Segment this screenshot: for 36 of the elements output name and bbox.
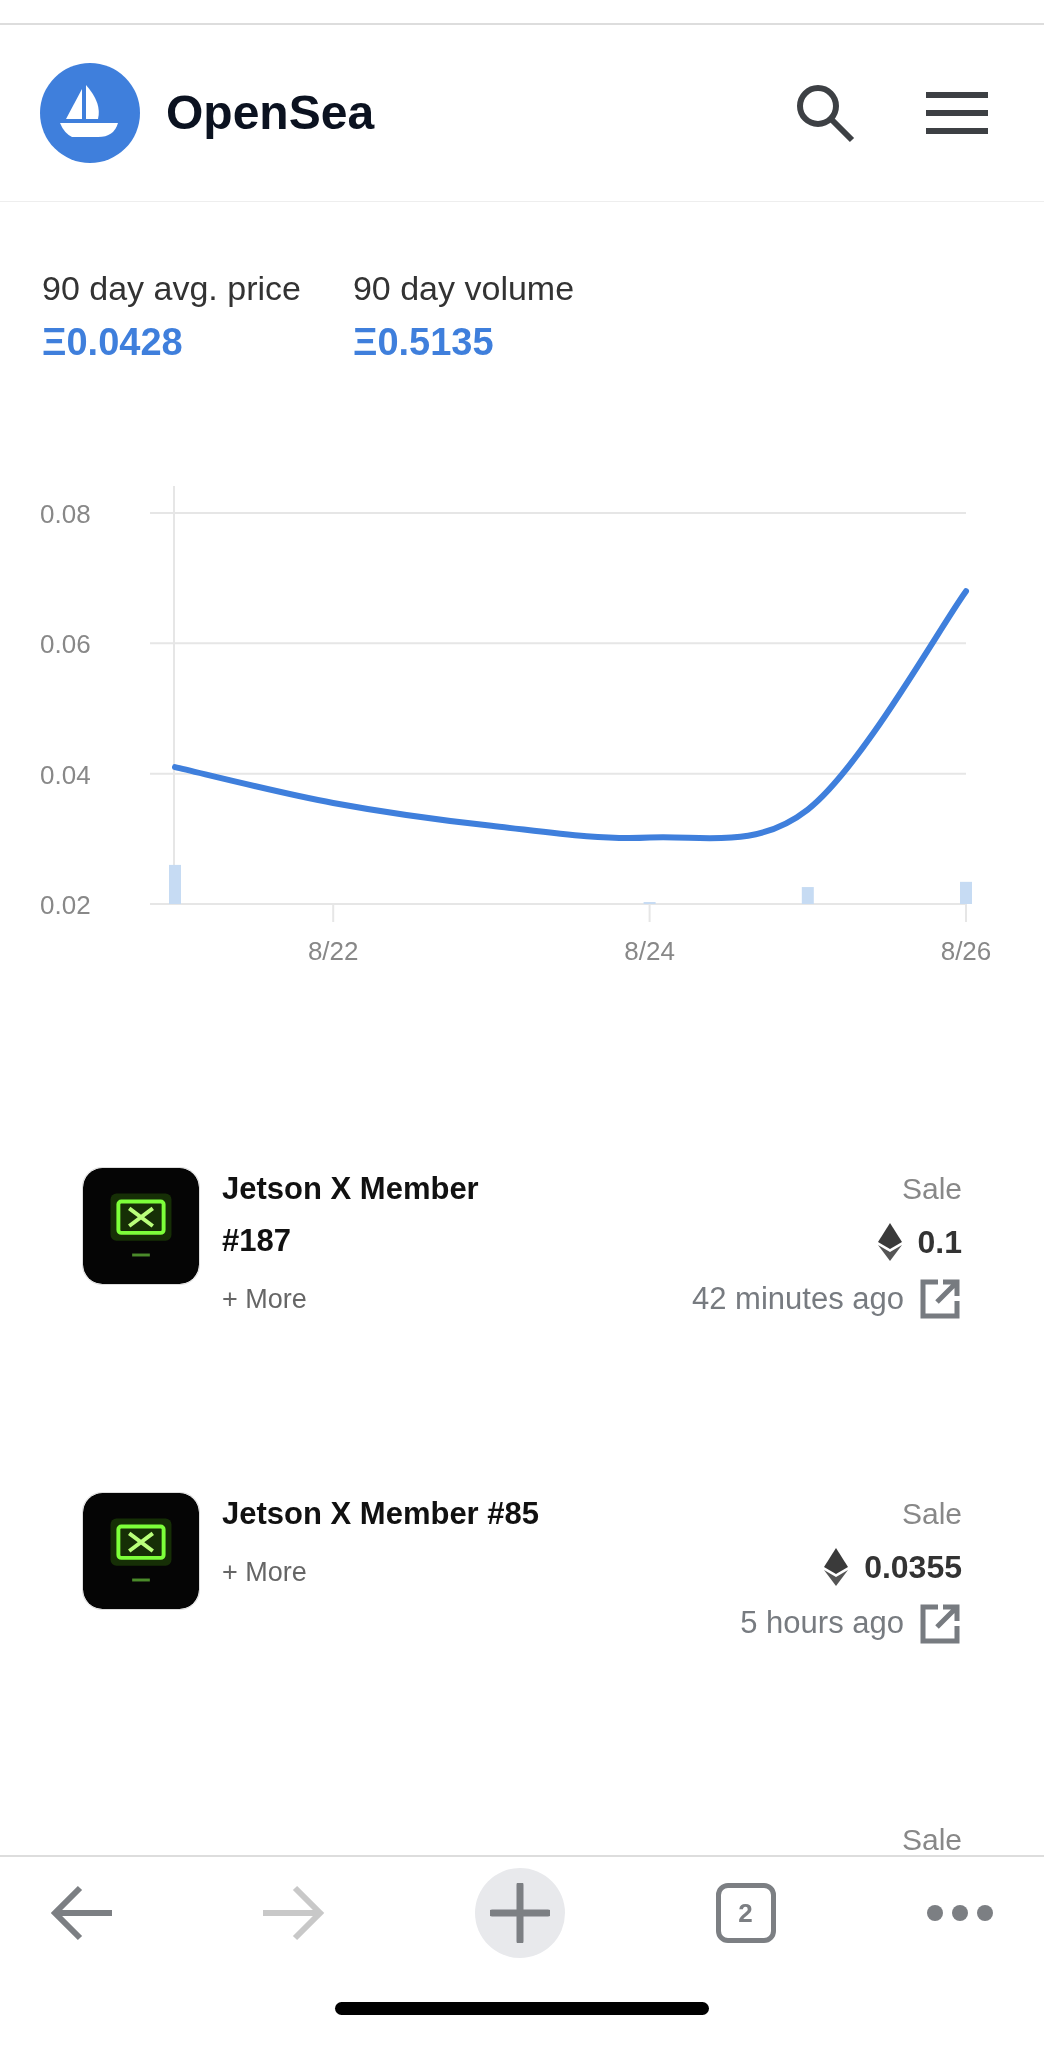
- item-title[interactable]: Jetson X Member #187: [222, 1163, 552, 1268]
- more-link[interactable]: + More: [222, 1545, 552, 1598]
- axis-label: 0.08: [40, 498, 91, 529]
- back-arrow-icon[interactable]: [50, 1885, 112, 1942]
- plus-icon: [490, 1883, 550, 1944]
- brand-name[interactable]: OpenSea: [166, 77, 375, 150]
- event-type: Sale: [901, 1825, 962, 1856]
- more-link[interactable]: + More: [222, 1273, 552, 1326]
- ethereum-icon: [824, 1547, 849, 1586]
- stat-value: Ξ0.5135: [352, 319, 495, 365]
- axis-label: 0.04: [40, 759, 91, 790]
- axis-label: 8/24: [624, 935, 675, 966]
- volume-bar: [960, 881, 972, 904]
- external-link-icon[interactable]: [918, 1277, 962, 1322]
- event-type: Sale: [901, 1495, 962, 1532]
- axis-label: 8/22: [307, 935, 359, 966]
- ethereum-icon: [877, 1223, 902, 1262]
- search-icon[interactable]: [794, 82, 856, 145]
- time-ago: 42 minutes ago: [692, 1280, 904, 1318]
- more-icon[interactable]: [926, 1904, 994, 1923]
- tabs-button[interactable]: 2: [715, 1883, 776, 1944]
- stat-label: 90 day volume: [352, 267, 575, 309]
- axis-label: 0.02: [40, 889, 91, 920]
- volume-bar: [643, 901, 656, 904]
- volume-bar: [801, 886, 814, 904]
- time-ago: 5 hours ago: [740, 1604, 904, 1643]
- axis-label: 0.06: [40, 629, 91, 660]
- axis-label: 8/26: [940, 935, 992, 966]
- stat-value: Ξ0.0428: [42, 319, 184, 365]
- item-title[interactable]: Jetson X Member #85: [222, 1487, 552, 1540]
- stat-label: 90 day avg. price: [42, 267, 301, 309]
- menu-icon[interactable]: [926, 92, 988, 135]
- event-type: Sale: [901, 1171, 962, 1208]
- volume-bar: [169, 864, 181, 904]
- price: 0.0355: [864, 1547, 962, 1587]
- price: 0.1: [917, 1223, 962, 1263]
